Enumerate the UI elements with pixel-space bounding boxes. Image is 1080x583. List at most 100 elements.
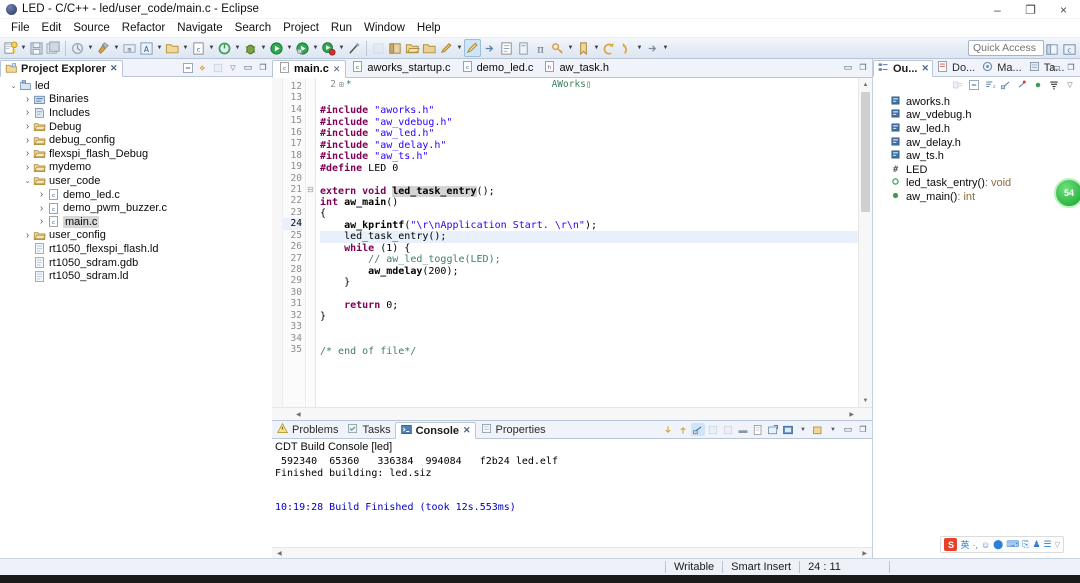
maximize-editor-icon[interactable]: ❐ bbox=[856, 61, 870, 74]
collapse-all-icon[interactable] bbox=[967, 79, 981, 92]
outline-item-aworks-h[interactable]: aworks.h bbox=[873, 95, 1080, 109]
tree-item-user-code[interactable]: ⌄ user_code bbox=[0, 174, 272, 188]
ime-voice-icon[interactable]: ⬤ bbox=[993, 539, 1003, 550]
new-wizard-dropdown-icon[interactable]: ▼ bbox=[19, 39, 28, 57]
scroll-left-icon[interactable]: ◀ bbox=[296, 411, 301, 418]
outline-item-aw-delay-h[interactable]: aw_delay.h bbox=[873, 136, 1080, 150]
menu-run[interactable]: Run bbox=[325, 21, 358, 35]
editor-tab-aw-task-h[interactable]: h aw_task.h bbox=[538, 59, 614, 77]
scroll-right-icon[interactable]: ▶ bbox=[849, 411, 854, 418]
save-all-button[interactable] bbox=[45, 39, 62, 57]
tree-item-demo-led-c[interactable]: › c demo_led.c bbox=[0, 188, 272, 202]
close-project-folder-button[interactable] bbox=[421, 39, 438, 57]
run-dropdown-icon[interactable]: ▼ bbox=[285, 39, 294, 57]
profile-dropdown-icon[interactable]: ▼ bbox=[311, 39, 320, 57]
new-folder-button[interactable] bbox=[164, 39, 181, 57]
code-editor[interactable]: 12 13 14 15 16 17 18 19 20 21 22 23 24 25 26 27 28 29 30 31… bbox=[272, 78, 872, 407]
profile-button[interactable] bbox=[294, 39, 311, 57]
run-button[interactable] bbox=[268, 39, 285, 57]
forward-history-button[interactable] bbox=[618, 39, 635, 57]
skip-breakpoints-button[interactable] bbox=[346, 39, 363, 57]
ime-keyboard-icon[interactable]: ⌨ bbox=[1006, 539, 1019, 550]
remove-all-consoles-icon[interactable] bbox=[751, 423, 765, 436]
tab-project-explorer[interactable]: Project Explorer ✕ bbox=[0, 60, 123, 77]
new-console-view-icon[interactable] bbox=[811, 423, 825, 436]
chevron-right-icon[interactable]: › bbox=[22, 94, 33, 105]
view-menu-icon[interactable]: ▽ bbox=[226, 61, 240, 74]
editor-tab-demo-led-c[interactable]: c demo_led.c bbox=[456, 59, 539, 77]
history-dropdown-icon[interactable]: ▼ bbox=[635, 39, 644, 57]
menu-source[interactable]: Source bbox=[67, 21, 115, 35]
outline-item-aw-ts-h[interactable]: aw_ts.h bbox=[873, 149, 1080, 163]
hide-fields-icon[interactable] bbox=[999, 79, 1013, 92]
collapse-all-icon[interactable] bbox=[181, 61, 195, 74]
editor-vertical-scrollbar[interactable]: ▲ ▼ bbox=[858, 78, 872, 407]
open-project-folder-button[interactable] bbox=[404, 39, 421, 57]
new-c-file-button[interactable]: c bbox=[190, 39, 207, 57]
minimize-view-icon[interactable]: ▭ bbox=[241, 61, 255, 74]
tree-item-includes[interactable]: › Includes bbox=[0, 106, 272, 120]
chevron-right-icon[interactable]: › bbox=[22, 230, 33, 241]
menu-navigate[interactable]: Navigate bbox=[171, 21, 228, 35]
outline-filter-icon[interactable] bbox=[1047, 79, 1061, 92]
menu-search[interactable]: Search bbox=[229, 21, 277, 35]
tree-item-flexspi-flash-debug[interactable]: › flexspi_flash_Debug bbox=[0, 147, 272, 161]
menu-project[interactable]: Project bbox=[277, 21, 325, 35]
chevron-right-icon[interactable]: › bbox=[22, 162, 33, 173]
git-dropdown-icon[interactable]: ▼ bbox=[233, 39, 242, 57]
new-console-dropdown-icon[interactable]: ▼ bbox=[826, 423, 840, 436]
focus-on-active-task-icon[interactable] bbox=[951, 79, 965, 92]
chevron-down-icon[interactable]: ⌄ bbox=[8, 82, 19, 90]
editor-tab-main-c[interactable]: c main.c ✕ bbox=[272, 60, 347, 78]
menu-refactor[interactable]: Refactor bbox=[116, 21, 171, 35]
debug-button[interactable] bbox=[242, 39, 259, 57]
cpp-perspective-icon[interactable]: C bbox=[1061, 40, 1078, 58]
minimize-editor-icon[interactable]: ▭ bbox=[841, 61, 855, 74]
scroll-lock-up-icon[interactable] bbox=[676, 423, 690, 436]
forward-arrow-button[interactable] bbox=[644, 39, 661, 57]
display-selected-console-icon[interactable] bbox=[781, 423, 795, 436]
external-tools-button[interactable] bbox=[320, 39, 337, 57]
outline-items[interactable]: aworks.h aw_vdebug.h aw_led.h aw_delay.h aw_… bbox=[873, 93, 1080, 558]
bookmark-dropdown-icon[interactable]: ▼ bbox=[592, 39, 601, 57]
editor-tab-aworks-startup-c[interactable]: c aworks_startup.c bbox=[346, 59, 455, 77]
project-tree[interactable]: ⌄ led › Binaries › Includes › Debug › debug_confi… bbox=[0, 77, 272, 558]
menu-file[interactable]: File bbox=[5, 21, 36, 35]
build-hammer-button[interactable] bbox=[95, 39, 112, 57]
new-c-file-dropdown-icon[interactable]: ▼ bbox=[207, 39, 216, 57]
scroll-up-icon[interactable]: ▲ bbox=[859, 78, 872, 91]
terminate-icon[interactable] bbox=[721, 423, 735, 436]
pi-symbol-button[interactable]: π bbox=[532, 39, 549, 57]
close-button[interactable]: × bbox=[1047, 0, 1080, 19]
console-horizontal-scrollbar[interactable]: ◀ ▶ bbox=[272, 547, 872, 558]
tree-item-debug-config[interactable]: › debug_config bbox=[0, 133, 272, 147]
tree-item-user-config[interactable]: › user_config bbox=[0, 229, 272, 243]
open-perspective-button[interactable] bbox=[387, 39, 404, 57]
open-element-dropdown-icon[interactable]: ▼ bbox=[155, 39, 164, 57]
console-output[interactable]: 592340 65360 336384 994084 f2b24 led.elf… bbox=[272, 454, 872, 547]
chevron-right-icon[interactable]: › bbox=[36, 203, 47, 214]
back-history-button[interactable] bbox=[601, 39, 618, 57]
editor-scroll-thumb[interactable] bbox=[861, 92, 870, 212]
tree-item-binaries[interactable]: › Binaries bbox=[0, 93, 272, 107]
quick-access-input[interactable] bbox=[968, 40, 1044, 56]
clear-console-icon[interactable] bbox=[706, 423, 720, 436]
outline-tab-ma[interactable]: Ma... bbox=[978, 59, 1024, 76]
scroll-lock-down-icon[interactable] bbox=[661, 423, 675, 436]
close-icon[interactable]: ✕ bbox=[463, 425, 471, 436]
ime-language-icon[interactable]: 英 bbox=[960, 538, 969, 551]
ime-toolbox-icon[interactable]: ☰ bbox=[1044, 539, 1052, 550]
minimize-outline-icon[interactable]: ▭ bbox=[1049, 61, 1063, 74]
console-tab-console[interactable]: Console ✕ bbox=[394, 422, 476, 439]
scroll-down-icon[interactable]: ▼ bbox=[859, 394, 872, 407]
git-button[interactable] bbox=[216, 39, 233, 57]
close-icon[interactable]: ✕ bbox=[110, 63, 118, 74]
folding-ruler[interactable]: ⊟ bbox=[306, 78, 316, 407]
outline-item-aw-vdebug-h[interactable]: aw_vdebug.h bbox=[873, 109, 1080, 123]
outline-item-aw-main-[interactable]: aw_main() : int bbox=[873, 190, 1080, 204]
tree-item-rt1050-sdram-ld[interactable]: rt1050_sdram.ld bbox=[0, 269, 272, 283]
outline-view-menu-icon[interactable]: ▽ bbox=[1063, 79, 1077, 92]
ime-emoji-icon[interactable]: ☺ bbox=[981, 540, 990, 550]
tree-item-main-c[interactable]: › c main.c bbox=[0, 215, 272, 229]
tree-item-demo-pwm-buzzer-c[interactable]: › c demo_pwm_buzzer.c bbox=[0, 201, 272, 215]
